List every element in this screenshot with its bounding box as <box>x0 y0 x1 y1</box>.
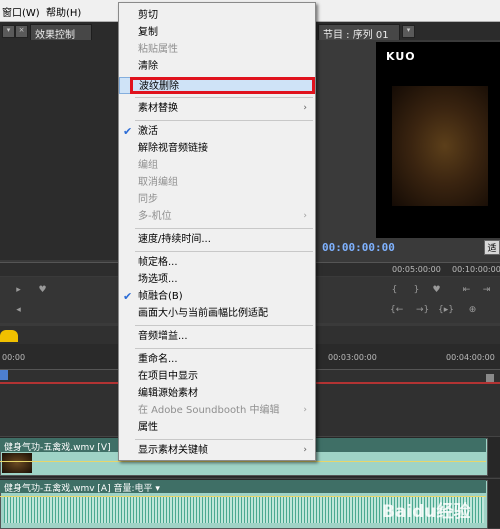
watermark: Baidu经验 <box>382 502 471 522</box>
marker-icon-left[interactable]: ♥ <box>36 285 49 297</box>
tab-program-monitor[interactable]: 节目 : 序列 01 <box>318 24 400 41</box>
ruler-tick: 00:00 <box>2 353 26 362</box>
menu-item-frame-blend[interactable]: ✔ 帧融合(B) <box>119 288 315 305</box>
menu-separator <box>135 228 313 229</box>
submenu-arrow-icon: › <box>303 405 307 415</box>
left-step-icon[interactable]: ◂ <box>12 305 25 317</box>
ruler-tick: 00:05:00:00 <box>392 265 441 274</box>
work-area-end[interactable] <box>486 374 494 382</box>
video-thumbnail <box>2 453 32 473</box>
menu-separator <box>135 251 313 252</box>
tab-effect-controls[interactable]: 效果控制 <box>30 24 92 41</box>
program-timecode[interactable]: 00:00:00:00 <box>322 241 395 254</box>
menu-item-edit-original[interactable]: 编辑源始素材 <box>119 385 315 402</box>
panel-menu-icon[interactable]: ▾ <box>2 25 15 38</box>
menu-separator <box>135 439 313 440</box>
menu-item-cut[interactable]: 剪切 <box>119 7 315 24</box>
menu-item-label: 素材替换 <box>138 103 178 114</box>
step-forward-icon[interactable]: } <box>410 285 423 297</box>
checkmark-icon: ✔ <box>123 290 133 303</box>
menu-separator <box>135 325 313 326</box>
menu-separator <box>135 97 313 98</box>
mark-out-icon[interactable]: ⇥ <box>480 285 493 297</box>
effect-controls-panel <box>0 40 120 260</box>
audio-clip-label: 健身气功-五禽戏.wmv [A] 音量:电平 ▾ <box>4 484 160 494</box>
menu-item-copy[interactable]: 复制 <box>119 24 315 41</box>
menu-item-label: 多-机位 <box>138 211 172 222</box>
lift-icon[interactable]: ⊕ <box>466 305 479 317</box>
go-in-icon[interactable]: {← <box>390 305 403 317</box>
menu-item-rename[interactable]: 重命名... <box>119 351 315 368</box>
menu-item-edit-in-soundbooth: 在 Adobe Soundbooth 中编辑 › <box>119 402 315 419</box>
playhead[interactable] <box>0 370 8 380</box>
menu-item-speed-duration[interactable]: 速度/持续时间... <box>119 231 315 248</box>
menu-item-synchronize: 同步 <box>138 194 158 205</box>
fit-button[interactable]: 适 <box>484 240 500 255</box>
submenu-arrow-icon: › <box>303 445 307 455</box>
menu-window[interactable]: 窗口(W) <box>2 4 40 19</box>
menu-item-scale-to-frame[interactable]: 画面大小与当前画幅比例适配 <box>119 305 315 322</box>
menu-item-label: 显示素材关键帧 <box>138 445 208 456</box>
menu-item-clear[interactable]: 清除 <box>119 58 315 75</box>
menu-item-replace-footage[interactable]: 素材替换 › <box>119 100 315 117</box>
step-back-icon[interactable]: { <box>388 285 401 297</box>
ruler-tick: 00:04:00:00 <box>446 353 495 362</box>
submenu-arrow-icon: › <box>303 103 307 113</box>
close-icon[interactable]: × <box>15 25 28 38</box>
menu-item-audio-gain[interactable]: 音频增益... <box>119 328 315 345</box>
menu-item-multi-camera: 多-机位 › <box>119 208 315 225</box>
submenu-arrow-icon: › <box>303 211 307 221</box>
menu-item-label: 帧融合(B) <box>138 291 183 302</box>
video-clip-label: 健身气功-五禽戏.wmv [V] <box>4 443 111 453</box>
menu-item-properties[interactable]: 属性 <box>119 419 315 436</box>
menu-separator <box>135 348 313 349</box>
menu-item-reveal-in-project[interactable]: 在项目中显示 <box>119 368 315 385</box>
context-menu: 剪切 复制 粘贴属性 清除 波纹删除 素材替换 › ✔ 激活 解除视音频链接 编… <box>118 2 316 461</box>
go-out-icon[interactable]: →} <box>416 305 429 317</box>
ruler-tick: 00:10:00:00 <box>452 265 500 274</box>
menu-item-unlink[interactable]: 解除视音频链接 <box>119 140 315 157</box>
menu-item-show-clip-keyframes[interactable]: 显示素材关键帧 › <box>119 442 315 459</box>
menu-item-group: 编组 <box>138 160 158 171</box>
video-logo: KUO <box>386 50 416 63</box>
video-frame <box>392 86 488 206</box>
menu-separator <box>135 120 313 121</box>
panel-menu-icon[interactable]: ▾ <box>402 25 415 38</box>
ruler-tick: 00:03:00:00 <box>328 353 377 362</box>
left-transport-icon[interactable]: ▸ <box>12 285 25 297</box>
menu-help[interactable]: 帮助(H) <box>46 4 81 19</box>
marker-icon[interactable]: ♥ <box>430 285 443 297</box>
menu-item-label: 激活 <box>138 126 158 137</box>
menu-item-frame-hold[interactable]: 帧定格... <box>119 254 315 271</box>
checkmark-icon: ✔ <box>123 125 133 138</box>
play-in-out-icon[interactable]: {▸} <box>438 305 454 317</box>
highlight-annotation-box <box>130 77 315 94</box>
opacity-line[interactable] <box>0 461 486 462</box>
mark-in-icon[interactable]: ⇤ <box>460 285 473 297</box>
menu-item-field-options[interactable]: 场选项... <box>119 271 315 288</box>
menu-item-ungroup: 取消编组 <box>138 177 178 188</box>
menu-item-enable[interactable]: ✔ 激活 <box>119 123 315 140</box>
menu-item-label: 在 Adobe Soundbooth 中编辑 <box>138 405 280 416</box>
timeline-tab[interactable] <box>0 330 18 342</box>
menu-item-paste-attributes: 粘贴属性 <box>138 44 178 55</box>
